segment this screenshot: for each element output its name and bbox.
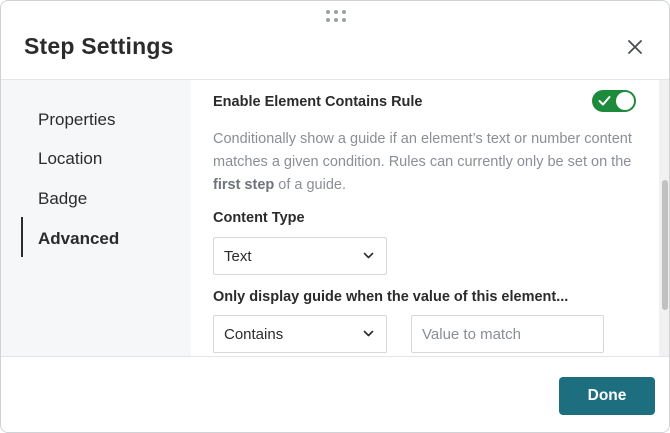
dialog-footer: Done (1, 356, 669, 432)
description-text: Conditionally show a guide if an element… (213, 131, 632, 170)
content-type-select[interactable]: Text (213, 237, 387, 275)
dialog-body: Properties Location Badge Advanced Enabl… (1, 80, 669, 356)
condition-select[interactable]: Contains (213, 315, 387, 353)
content-type-value: Text (224, 248, 252, 265)
description-bold: first step (213, 177, 275, 193)
sidebar-item-badge[interactable]: Badge (38, 189, 87, 209)
sidebar-item-advanced[interactable]: Advanced (38, 229, 119, 249)
step-settings-dialog: Step Settings Properties Location Badge … (0, 0, 670, 433)
rule-toggle[interactable] (592, 90, 636, 112)
chevron-down-icon (363, 330, 374, 337)
check-icon (598, 96, 611, 106)
dialog-title: Step Settings (24, 33, 174, 59)
close-icon (628, 40, 642, 54)
done-button[interactable]: Done (559, 377, 655, 415)
value-to-match-input[interactable] (411, 315, 604, 353)
condition-value: Contains (224, 326, 284, 343)
sidebar-item-properties[interactable]: Properties (38, 110, 115, 130)
description-text-end: of a guide. (274, 177, 346, 193)
settings-content: Enable Element Contains Rule Conditional… (191, 80, 659, 356)
scrollbar-thumb[interactable] (662, 180, 668, 310)
rule-description: Conditionally show a guide if an element… (213, 128, 633, 197)
content-type-label: Content Type (213, 210, 305, 226)
dialog-header: Step Settings (1, 1, 669, 80)
settings-sidebar: Properties Location Badge Advanced (1, 80, 191, 356)
sidebar-item-location[interactable]: Location (38, 149, 102, 169)
toggle-knob (616, 92, 634, 110)
chevron-down-icon (363, 252, 374, 259)
rule-label: Enable Element Contains Rule (213, 94, 423, 110)
active-indicator (21, 217, 23, 257)
close-button[interactable] (625, 37, 645, 57)
condition-label: Only display guide when the value of thi… (213, 289, 569, 305)
